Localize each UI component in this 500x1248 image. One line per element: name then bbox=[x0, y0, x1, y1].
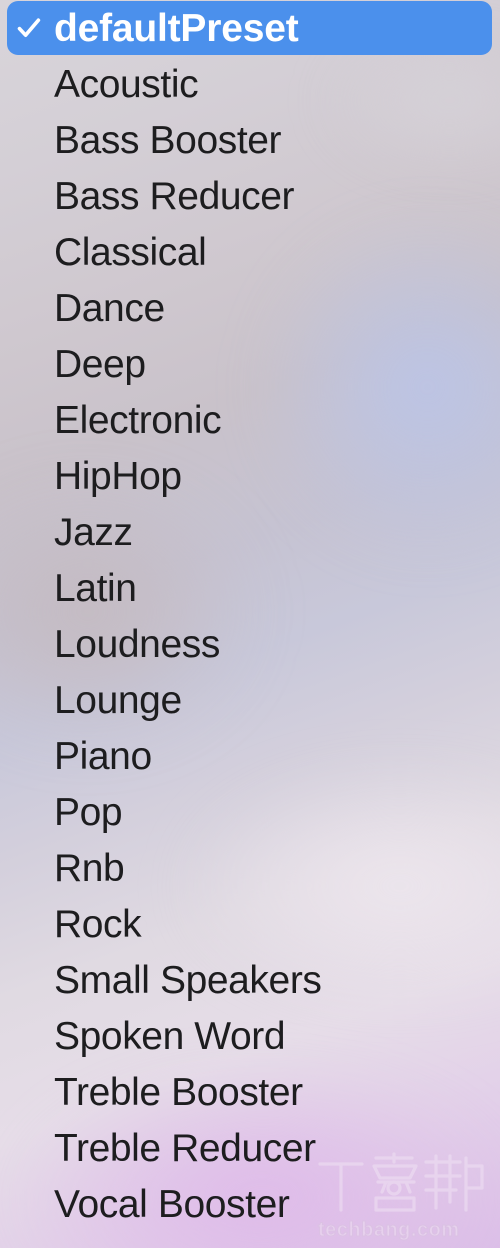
menu-item-label: Treble Reducer bbox=[54, 1126, 316, 1170]
menu-item-defaultpreset[interactable]: defaultPreset bbox=[0, 0, 500, 56]
menu-item-label: Acoustic bbox=[54, 62, 199, 106]
menu-item-lounge[interactable]: Lounge bbox=[0, 672, 500, 728]
menu-item-label: Bass Booster bbox=[54, 118, 282, 162]
menu-item-bass-reducer[interactable]: Bass Reducer bbox=[0, 168, 500, 224]
menu-item-deep[interactable]: Deep bbox=[0, 336, 500, 392]
menu-item-classical[interactable]: Classical bbox=[0, 224, 500, 280]
menu-item-label: Rock bbox=[54, 902, 142, 946]
menu-item-loudness[interactable]: Loudness bbox=[0, 616, 500, 672]
menu-item-label: Spoken Word bbox=[54, 1014, 286, 1058]
menu-item-label: Dance bbox=[54, 286, 165, 330]
menu-item-label: Loudness bbox=[54, 622, 220, 666]
menu-item-pop[interactable]: Pop bbox=[0, 784, 500, 840]
menu-item-bass-booster[interactable]: Bass Booster bbox=[0, 112, 500, 168]
menu-item-electronic[interactable]: Electronic bbox=[0, 392, 500, 448]
menu-item-treble-booster[interactable]: Treble Booster bbox=[0, 1064, 500, 1120]
preset-menu-list: defaultPreset Acoustic Bass Booster Bass Re… bbox=[0, 0, 500, 1248]
menu-item-rock[interactable]: Rock bbox=[0, 896, 500, 952]
menu-item-vocal-booster[interactable]: Vocal Booster bbox=[0, 1176, 500, 1232]
preset-dropdown-screen: defaultPreset Acoustic Bass Booster Bass Re… bbox=[0, 0, 500, 1248]
menu-item-dance[interactable]: Dance bbox=[0, 280, 500, 336]
menu-item-label: Lounge bbox=[54, 678, 182, 722]
menu-item-small-speakers[interactable]: Small Speakers bbox=[0, 952, 500, 1008]
menu-item-acoustic[interactable]: Acoustic bbox=[0, 56, 500, 112]
menu-item-spoken-word[interactable]: Spoken Word bbox=[0, 1008, 500, 1064]
menu-item-label: Piano bbox=[54, 734, 152, 778]
menu-item-label: Vocal Booster bbox=[54, 1182, 290, 1226]
menu-item-label: Electronic bbox=[54, 398, 222, 442]
menu-item-label: Deep bbox=[54, 342, 146, 386]
menu-item-label: Treble Booster bbox=[54, 1070, 303, 1114]
menu-item-label: Rnb bbox=[54, 846, 125, 890]
menu-item-label: Pop bbox=[54, 790, 123, 834]
menu-item-label: HipHop bbox=[54, 454, 182, 498]
menu-item-piano[interactable]: Piano bbox=[0, 728, 500, 784]
menu-item-treble-reducer[interactable]: Treble Reducer bbox=[0, 1120, 500, 1176]
menu-item-jazz[interactable]: Jazz bbox=[0, 504, 500, 560]
menu-item-label: defaultPreset bbox=[54, 6, 299, 50]
checkmark-icon bbox=[0, 15, 54, 41]
menu-item-label: Jazz bbox=[54, 510, 133, 554]
menu-item-label: Small Speakers bbox=[54, 958, 322, 1002]
menu-item-latin[interactable]: Latin bbox=[0, 560, 500, 616]
menu-item-rnb[interactable]: Rnb bbox=[0, 840, 500, 896]
menu-item-hiphop[interactable]: HipHop bbox=[0, 448, 500, 504]
menu-item-label: Classical bbox=[54, 230, 207, 274]
menu-item-label: Latin bbox=[54, 566, 137, 610]
menu-item-label: Bass Reducer bbox=[54, 174, 295, 218]
